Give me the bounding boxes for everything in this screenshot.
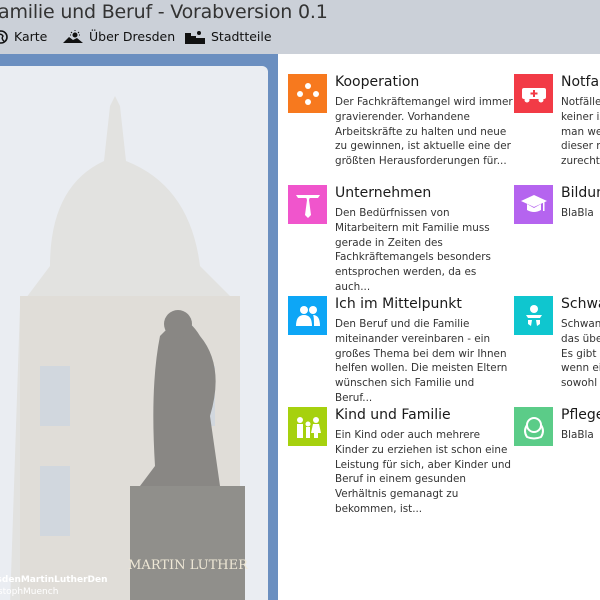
tile-description: Notfälle keiner is man we dieser n zurec… <box>561 96 600 168</box>
nav-label: Über Dresden <box>89 29 176 44</box>
photo-caption: resdenMartinLutherDen hristophMuench <box>0 574 108 598</box>
nav-ueber-dresden[interactable]: Über Dresden <box>63 29 175 44</box>
landscape-icon <box>63 29 83 43</box>
globe-icon <box>0 29 8 44</box>
nav-label: Karte <box>14 29 48 44</box>
tie-icon <box>288 185 327 224</box>
tile-description: BlaBla <box>561 207 594 219</box>
app-title: amilie und Beruf - Vorabversion 0.1 <box>0 1 328 23</box>
nav-stadtteile[interactable]: Stadtteile <box>185 29 272 44</box>
tile-description: Den Beruf und die Familie miteinander ve… <box>335 318 508 404</box>
care-icon <box>514 407 553 446</box>
nav-label: Stadtteile <box>211 29 272 44</box>
nav-karte[interactable]: Karte <box>0 29 47 44</box>
tile-title: Kind und Familie <box>335 407 451 423</box>
frauenkirche-luther-photo: MARTIN LUTHER <box>0 66 268 600</box>
tile-title: Pflege <box>561 407 600 423</box>
tile-title: Bildun <box>561 185 600 201</box>
tile-description: Schwang das übe Es gibt a wenn ei sowohl… <box>561 318 600 390</box>
family-icon <box>288 407 327 446</box>
tile-description: Der Fachkräftemangel wird immer graviere… <box>335 96 513 168</box>
caption-author: hristophMuench <box>0 587 59 597</box>
tile-title: Notfal <box>561 74 600 90</box>
people-icon <box>288 296 327 335</box>
tile-description: Ein Kind oder auch mehrere Kinder zu erz… <box>335 429 512 515</box>
baby-icon <box>514 296 553 335</box>
hero-image[interactable]: MARTIN LUTHER resdenMartinLutherDen hris… <box>0 66 268 600</box>
tile-title: Kooperation <box>335 74 420 90</box>
tile-description: BlaBla <box>561 429 594 441</box>
caption-title: resdenMartinLutherDen <box>0 575 108 585</box>
tile-description: Den Bedürfnissen von Mitarbeitern mit Fa… <box>335 207 491 293</box>
tile-title: Ich im Mittelpunkt <box>335 296 462 312</box>
ambulance-icon <box>514 74 553 113</box>
hero-image-area: MARTIN LUTHER resdenMartinLutherDen hris… <box>0 54 278 600</box>
tile-title: Unternehmen <box>335 185 432 201</box>
graduation-cap-icon <box>514 185 553 224</box>
city-icon <box>185 30 205 44</box>
app-header: amilie und Beruf - Vorabversion 0.1 Kart… <box>0 0 600 54</box>
hearts-icon <box>288 74 327 113</box>
tile-title: Schwa <box>561 296 600 312</box>
